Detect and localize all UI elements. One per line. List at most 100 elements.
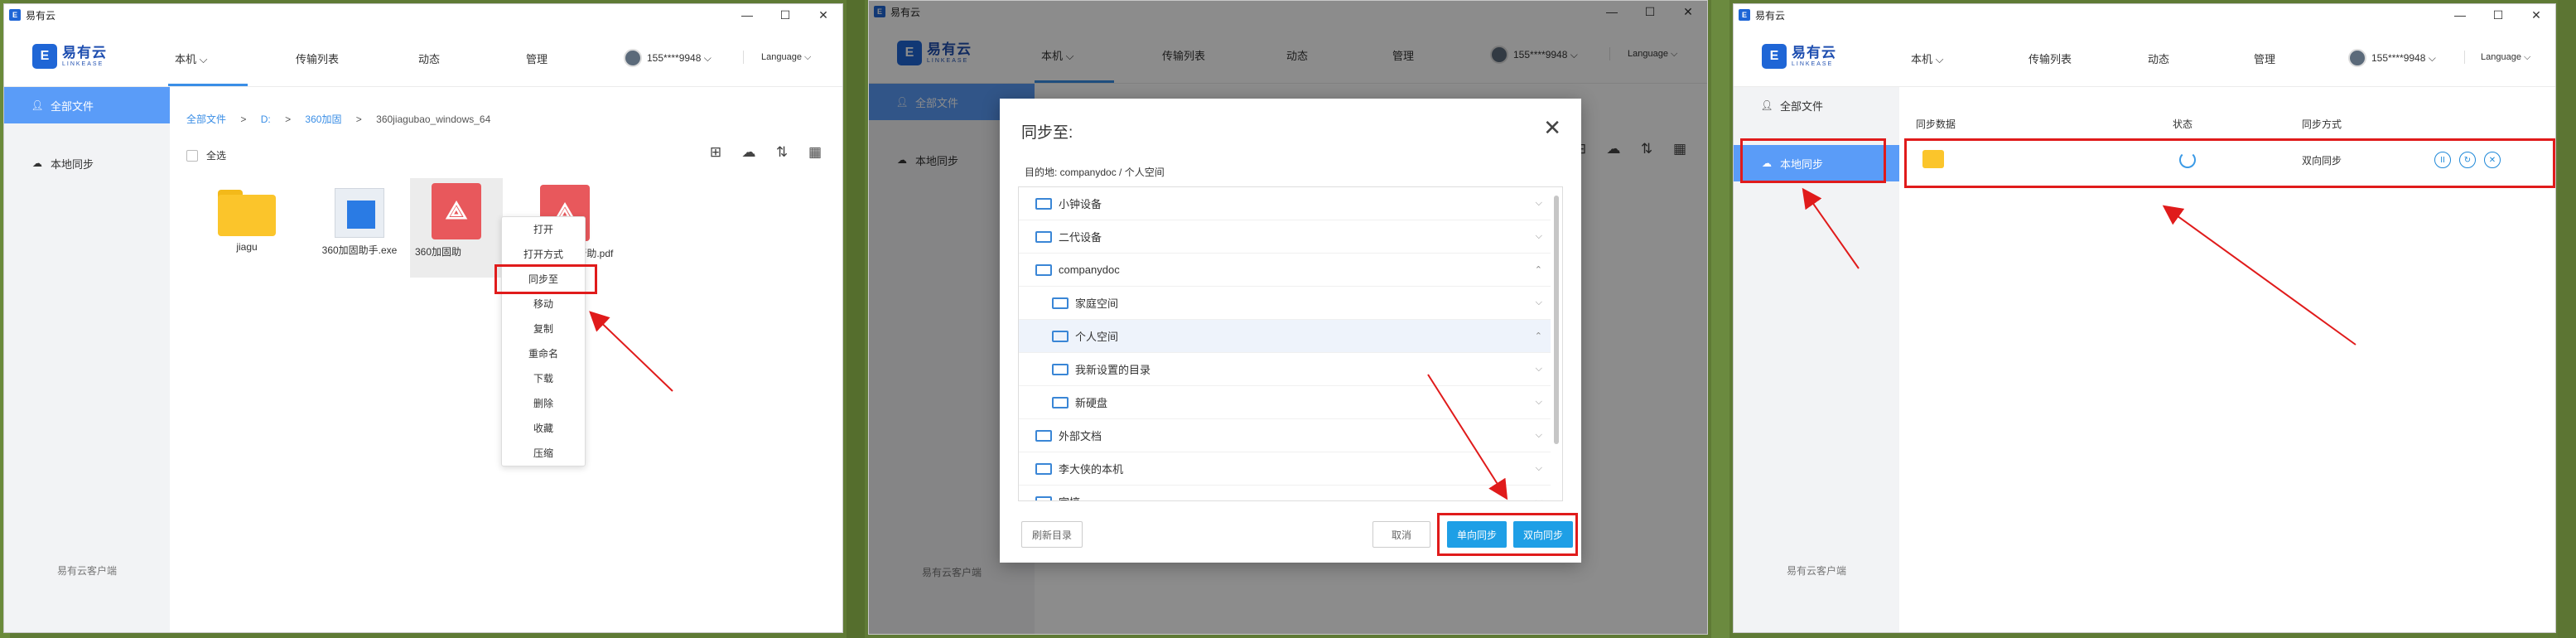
nav-local[interactable]: 本机 ⌵: [1911, 51, 1943, 66]
menu-copy[interactable]: 复制: [502, 317, 585, 341]
nav-manage[interactable]: 管理: [526, 51, 548, 66]
select-all[interactable]: 全选: [186, 148, 226, 162]
sort-icon[interactable]: ⇅: [773, 143, 791, 162]
highlight-box: [1437, 513, 1578, 556]
highlight-box: [494, 264, 597, 294]
dialog-close-icon[interactable]: ✕: [1543, 115, 1561, 141]
file-browser: 全部文件 > D: > 360加固 > 360jiagubao_windows_…: [170, 87, 842, 632]
tree-item-selected[interactable]: 个人空间 ⌃: [1019, 320, 1551, 353]
user-menu[interactable]: 155****9948 ⌵: [2348, 49, 2436, 67]
sidebar-item-local-sync[interactable]: ☁ 本地同步: [4, 145, 170, 181]
tree-item[interactable]: 外部文档 ⌵: [1019, 419, 1551, 452]
minimize-icon[interactable]: —: [728, 4, 766, 26]
window-title: 易有云: [26, 9, 56, 22]
tree-item[interactable]: 新硬盘 ⌵: [1019, 386, 1551, 419]
menu-favorite[interactable]: 收藏: [502, 416, 585, 441]
computer-icon: [1035, 462, 1052, 475]
file-item-selected[interactable]: ⟁ 360加固助: [410, 178, 503, 278]
nav-manage[interactable]: 管理: [2254, 51, 2275, 66]
app-logo-icon: E: [9, 9, 21, 21]
chevron-down-icon: ⌵: [1535, 198, 1542, 208]
file-item[interactable]: jiagu: [193, 181, 301, 253]
tree-item[interactable]: 二代设备 ⌵: [1019, 220, 1551, 254]
minimize-icon[interactable]: —: [2441, 4, 2479, 26]
refresh-directory-button[interactable]: 刷新目录: [1021, 521, 1083, 548]
sidebar-item-all-files[interactable]: 👤︎ 全部文件: [1734, 87, 1899, 123]
highlight-box: [1904, 138, 2555, 188]
tree-item[interactable]: 家庭空间 ⌵: [1019, 287, 1551, 320]
chevron-down-icon: ⌵: [1535, 463, 1542, 473]
menu-delete[interactable]: 删除: [502, 391, 585, 416]
file-name: 360加固助手.exe: [321, 244, 398, 256]
menu-rename[interactable]: 重命名: [502, 341, 585, 366]
user-menu[interactable]: 155****9948 ⌵: [624, 49, 712, 67]
column-header: 状态: [2173, 118, 2193, 130]
tree-item[interactable]: 李大侠的本机 ⌵: [1019, 452, 1551, 486]
tree-item[interactable]: 家搞⌵: [1019, 486, 1551, 501]
chevron-up-icon: ⌃: [1534, 331, 1542, 341]
client-footer: 易有云客户端: [56, 565, 117, 577]
folder-tree: 小钟设备 ⌵ 二代设备 ⌵ companydoc ⌃ 家庭空间 ⌵ 个人空间 ⌃ 我新设置…: [1018, 186, 1563, 501]
close-icon[interactable]: ✕: [804, 4, 842, 26]
tree-item[interactable]: companydoc ⌃: [1019, 254, 1551, 287]
tree-item[interactable]: 小钟设备 ⌵: [1019, 187, 1551, 220]
breadcrumb-sep: >: [240, 114, 247, 125]
menu-move[interactable]: 移动: [502, 292, 585, 317]
maximize-icon[interactable]: ☐: [766, 4, 804, 26]
menu-compress[interactable]: 压缩: [502, 441, 585, 466]
nav-transfers[interactable]: 传输列表: [296, 51, 339, 66]
computer-icon: [1035, 197, 1052, 210]
dialog-title: 同步至:: [1021, 124, 1073, 142]
close-icon[interactable]: ✕: [2517, 4, 2555, 26]
nav-activity[interactable]: 动态: [2148, 51, 2169, 66]
folder-icon: [1052, 330, 1069, 342]
breadcrumb-item[interactable]: D:: [261, 114, 271, 125]
brand-name: 易有云: [1792, 45, 1836, 60]
language-select[interactable]: Language ⌵: [761, 52, 811, 63]
breadcrumb-sep: >: [285, 114, 292, 125]
nav-transfers[interactable]: 传输列表: [2028, 51, 2072, 66]
title-bar: E 易有云: [4, 4, 842, 26]
breadcrumb-item[interactable]: 360加固: [305, 114, 341, 125]
chevron-down-icon: ⌵: [1535, 231, 1542, 241]
highlight-box: [1740, 138, 1886, 183]
cancel-button[interactable]: 取消: [1372, 521, 1430, 548]
context-menu: 打开 打开方式 同步至 移动 复制 重命名 下载 删除 收藏 压缩: [501, 216, 586, 466]
avatar: [624, 49, 642, 67]
computer-icon: [1035, 263, 1052, 276]
language-select[interactable]: Language ⌵: [2481, 52, 2530, 63]
target-path: 目的地: companydoc / 个人空间: [1025, 167, 1165, 178]
chevron-down-icon: ⌵: [1535, 496, 1542, 501]
client-footer: 易有云客户端: [1786, 565, 1846, 577]
sync-to-dialog: 同步至: ✕ 目的地: companydoc / 个人空间 小钟设备 ⌵ 二代设备…: [1000, 99, 1581, 563]
checkbox[interactable]: [186, 149, 198, 162]
sidebar-item-all-files[interactable]: 👤︎ 全部文件: [4, 87, 170, 123]
tree-item[interactable]: 我新设置的目录 ⌵: [1019, 353, 1551, 386]
nav-local[interactable]: 本机 ⌵: [175, 51, 207, 66]
breadcrumb-item[interactable]: 全部文件: [186, 114, 226, 125]
chevron-up-icon: ⌃: [1534, 265, 1542, 275]
new-folder-icon[interactable]: ⊞: [707, 143, 725, 162]
file-item[interactable]: 360加固助手.exe: [306, 181, 413, 257]
upload-icon[interactable]: ☁: [740, 143, 758, 162]
pdf-icon: ⟁: [432, 183, 481, 239]
nav-activity[interactable]: 动态: [418, 51, 440, 66]
scrollbar[interactable]: [1554, 196, 1559, 444]
menu-open[interactable]: 打开: [502, 217, 585, 242]
brand-logo: E 易有云 LINKEASE: [32, 44, 107, 69]
maximize-icon[interactable]: ☐: [2479, 4, 2517, 26]
user-icon: 👤︎: [31, 99, 44, 111]
file-name: jiagu: [236, 241, 258, 253]
window-panel-3: E 易有云 — ☐ ✕ E 易有云 LINKEASE 本机 ⌵ 传输列表 动态 管…: [1733, 3, 2556, 633]
sync-list: 同步数据 状态 同步方式 双向同步 II ↻ ✕: [1899, 87, 2555, 632]
column-header: 同步数据: [1916, 118, 1956, 130]
chevron-down-icon: ⌵: [1535, 430, 1542, 440]
header: E 易有云 LINKEASE 本机 ⌵ 传输列表 动态 管理 155****994…: [1734, 26, 2555, 87]
menu-download[interactable]: 下载: [502, 366, 585, 391]
menu-open-with[interactable]: 打开方式: [502, 242, 585, 267]
breadcrumb-sep: >: [355, 114, 362, 125]
grid-view-icon[interactable]: ▦: [806, 143, 824, 162]
brand-logo: E 易有云 LINKEASE: [1762, 44, 1836, 69]
window-panel-1: E 易有云 — ☐ ✕ E 易有云 LINKEASE 本机 ⌵ 传输列表 动态 管…: [3, 3, 843, 633]
sidebar: 👤︎ 全部文件 ☁ 本地同步 易有云客户端: [4, 87, 170, 632]
